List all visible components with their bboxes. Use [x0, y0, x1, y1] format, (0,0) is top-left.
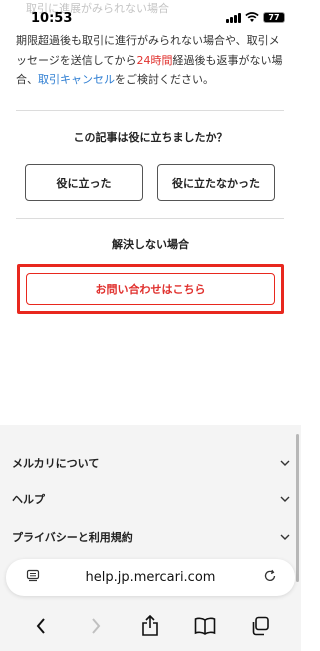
reload-icon[interactable] [263, 569, 277, 583]
footer-item-label: メルカリについて [12, 457, 100, 470]
chevron-right-icon [92, 617, 101, 634]
share-button[interactable] [133, 609, 167, 643]
divider [16, 218, 284, 219]
address-bar[interactable]: help.jp.mercari.com [6, 559, 295, 596]
contact-button[interactable]: お問い合わせはこちら [26, 273, 275, 305]
status-time: 10:53 [31, 11, 73, 26]
signal-icon [226, 12, 241, 23]
chevron-left-icon [36, 617, 46, 634]
book-icon [194, 617, 216, 635]
bookmarks-button[interactable] [188, 609, 222, 643]
battery-icon: 77 [263, 12, 285, 23]
footer-item-help[interactable]: ヘルプ [12, 491, 290, 507]
tabs-icon [252, 616, 269, 635]
browser-toolbar [0, 600, 301, 651]
status-icons: 77 [226, 12, 285, 23]
chevron-down-icon [280, 496, 290, 502]
chevron-down-icon [280, 534, 290, 540]
footer-item-about[interactable]: メルカリについて [12, 455, 290, 471]
not-helpful-button[interactable]: 役に立たなかった [157, 164, 275, 201]
page-menu-icon[interactable] [26, 569, 40, 583]
footer-item-privacy[interactable]: プライバシーと利用規約 [12, 529, 290, 545]
wifi-icon [245, 12, 259, 22]
status-bar: 取引に進展がみられない場合 10:53 77 [0, 0, 301, 30]
footer-item-label: ヘルプ [12, 493, 45, 506]
footer-item-label: プライバシーと利用規約 [12, 531, 133, 544]
share-icon [142, 614, 159, 636]
unresolved-heading: 解決しない場合 [112, 238, 189, 251]
paragraph-text: をご検討ください。 [115, 73, 214, 86]
divider [16, 110, 284, 111]
forward-button[interactable] [79, 609, 113, 643]
back-button[interactable] [24, 609, 58, 643]
chevron-down-icon [280, 460, 290, 466]
cancel-transaction-link[interactable]: 取引キャンセル [38, 73, 115, 86]
helpful-button[interactable]: 役に立った [25, 164, 143, 201]
highlight-24h: 24時間 [136, 53, 173, 67]
feedback-question: この記事は役に立ちましたか？ [73, 131, 228, 144]
scrollbar[interactable] [296, 434, 299, 582]
contact-highlight-box: お問い合わせはこちら [17, 264, 284, 314]
url-text[interactable]: help.jp.mercari.com [86, 570, 216, 585]
tabs-button[interactable] [243, 609, 277, 643]
article-paragraph: 期限超過後も取引に進行がみられない場合や、取引メッセージを送信してから24時間経… [16, 31, 288, 90]
